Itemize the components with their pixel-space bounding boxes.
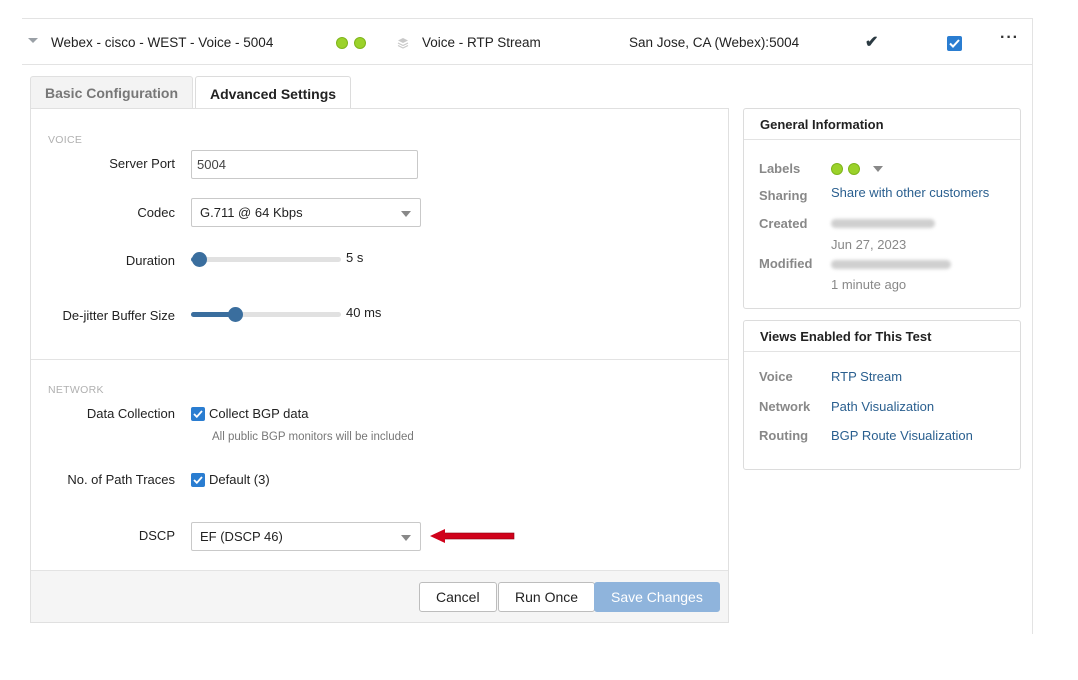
duration-slider[interactable]: [191, 252, 341, 267]
dscp-value: EF (DSCP 46): [200, 529, 283, 544]
path-traces-value: Default (3): [209, 472, 270, 487]
codec-select[interactable]: G.711 @ 64 Kbps: [191, 198, 421, 227]
labels-value[interactable]: [831, 163, 883, 175]
data-collection-label: Data Collection: [86, 406, 175, 421]
general-information-title: General Information: [744, 109, 1020, 140]
run-once-button[interactable]: Run Once: [498, 582, 596, 612]
test-type: Voice - RTP Stream: [422, 35, 541, 50]
agent-name: San Jose, CA (Webex):5004: [629, 35, 800, 50]
dejitter-label: De-jitter Buffer Size: [62, 308, 175, 323]
slider-handle[interactable]: [227, 307, 243, 322]
bgp-route-visualization-link[interactable]: BGP Route Visualization: [831, 428, 973, 443]
network-section-label: NETWORK: [48, 384, 104, 396]
duration-value: 5 s: [346, 250, 364, 265]
label-dots: [336, 37, 366, 49]
annotation-arrow-icon: [430, 529, 515, 543]
enabled-check-icon: ✔: [865, 34, 879, 51]
dscp-select[interactable]: EF (DSCP 46): [191, 522, 421, 551]
label-dot-icon: [354, 37, 366, 49]
sharing-label: Sharing: [759, 188, 808, 203]
label-dot-icon: [336, 37, 348, 49]
views-item-label: Network: [759, 399, 811, 414]
modified-time: 1 minute ago: [831, 277, 907, 292]
checkbox-checked-icon: [191, 472, 205, 487]
checkbox-checked-icon: [191, 406, 205, 421]
dscp-label: DSCP: [138, 528, 175, 543]
share-with-customers-link[interactable]: Share with other customers: [831, 185, 989, 200]
created-date: Jun 27, 2023: [831, 237, 907, 252]
voice-section-label: VOICE: [48, 134, 83, 146]
chevron-down-icon[interactable]: [873, 166, 883, 172]
collect-bgp-checkbox[interactable]: Collect BGP data: [191, 406, 308, 421]
modified-label: Modified: [759, 256, 813, 271]
collect-bgp-hint: All public BGP monitors will be included: [212, 431, 414, 443]
label-dot-icon: [848, 163, 860, 175]
more-options-icon[interactable]: ···: [1000, 29, 1019, 47]
server-port-label: Server Port: [109, 156, 175, 171]
label-dot-icon: [831, 163, 843, 175]
test-row[interactable]: Webex - cisco - WEST - Voice - 5004 Voic…: [22, 19, 1032, 65]
redacted-creator: [831, 219, 935, 228]
path-visualization-link[interactable]: Path Visualization: [831, 399, 934, 414]
slider-handle[interactable]: [191, 252, 207, 267]
duration-label: Duration: [125, 253, 175, 268]
row-select-checkbox[interactable]: [947, 36, 962, 51]
collect-bgp-label: Collect BGP data: [209, 406, 309, 421]
created-label: Created: [759, 216, 808, 231]
chevron-down-icon: [401, 535, 411, 541]
checkmark-icon: [949, 39, 960, 48]
general-information-card: General Information Labels Sharing Share…: [743, 108, 1021, 309]
labels-label: Labels: [759, 161, 801, 176]
rtp-stream-link[interactable]: RTP Stream: [831, 369, 902, 384]
chevron-down-icon: [401, 211, 411, 217]
views-item-label: Voice: [759, 369, 793, 384]
views-item-label: Routing: [759, 428, 809, 443]
section-divider: [31, 359, 728, 360]
path-traces-checkbox[interactable]: Default (3): [191, 472, 270, 487]
collapse-caret-icon[interactable]: [28, 38, 38, 43]
cancel-button[interactable]: Cancel: [419, 582, 497, 612]
test-name: Webex - cisco - WEST - Voice - 5004: [51, 35, 274, 50]
views-enabled-title: Views Enabled for This Test: [744, 321, 1020, 352]
dejitter-value: 40 ms: [346, 305, 382, 320]
redacted-modifier: [831, 260, 951, 269]
panel-footer: Cancel Run Once Save Changes: [31, 570, 728, 622]
codec-label: Codec: [137, 205, 175, 220]
codec-value: G.711 @ 64 Kbps: [200, 205, 303, 220]
tab-advanced-settings[interactable]: Advanced Settings: [195, 76, 352, 110]
tab-basic-configuration[interactable]: Basic Configuration: [30, 76, 194, 109]
server-port-input[interactable]: [191, 150, 418, 179]
settings-tabs: Basic Configuration Advanced Settings: [30, 76, 353, 110]
layers-icon: [397, 38, 409, 49]
views-enabled-card: Views Enabled for This Test Voice RTP St…: [743, 320, 1021, 470]
path-traces-label: No. of Path Traces: [67, 472, 175, 487]
dejitter-slider[interactable]: [191, 307, 341, 322]
save-changes-button[interactable]: Save Changes: [594, 582, 720, 612]
advanced-settings-panel: VOICE Server Port Codec G.711 @ 64 Kbps …: [30, 108, 729, 623]
